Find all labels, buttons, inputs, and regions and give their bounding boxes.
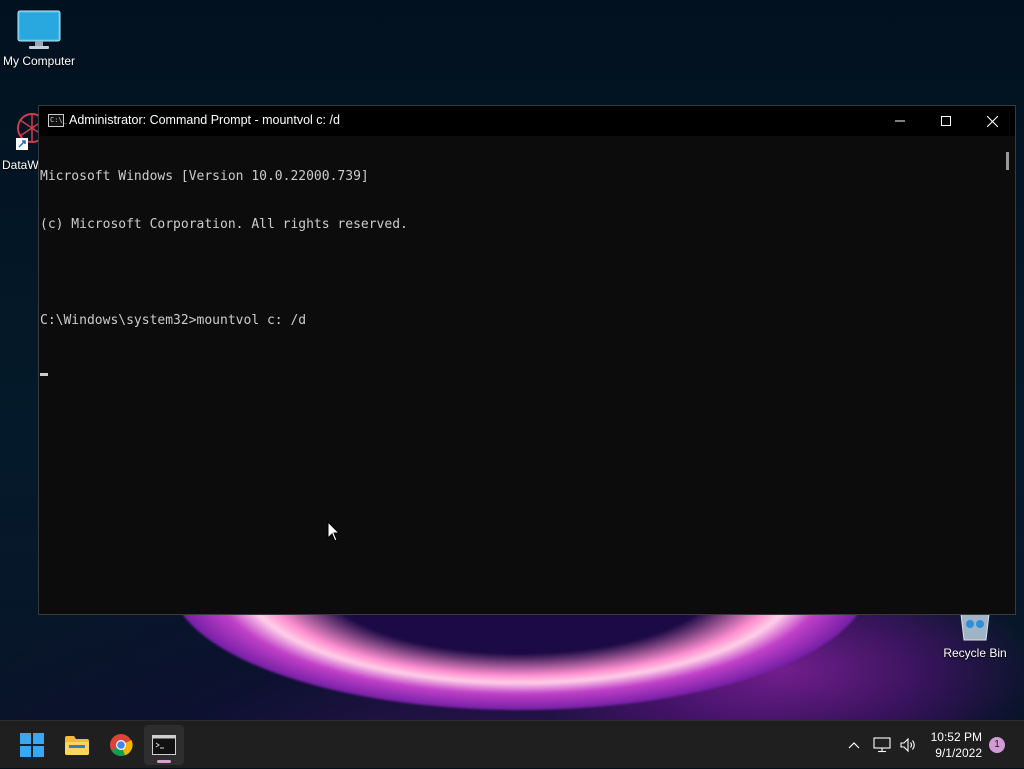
command-prompt-window[interactable]: C:\_ Administrator: Command Prompt - mou… (38, 105, 1016, 615)
close-button[interactable] (969, 106, 1015, 136)
desktop-icon-dataw[interactable]: DataW (2, 110, 47, 172)
console-cursor-line (40, 361, 1001, 377)
network-button[interactable] (870, 721, 894, 769)
maximize-button[interactable] (923, 106, 969, 136)
folder-icon (65, 736, 89, 755)
text-cursor (40, 373, 48, 376)
mouse-pointer-icon (327, 521, 341, 542)
scrollbar-thumb[interactable] (1006, 152, 1009, 170)
window-title: Administrator: Command Prompt - mountvol… (69, 113, 340, 127)
cmd-app-icon: C:\_ (48, 114, 67, 127)
console-line: C:\Windows\system32>mountvol c: /d (40, 313, 307, 328)
minimize-button[interactable] (877, 106, 923, 136)
close-icon (986, 115, 998, 127)
taskbar-file-explorer-button[interactable] (57, 725, 97, 765)
tray-overflow-button[interactable] (843, 721, 865, 769)
taskbar-chrome-button[interactable] (101, 725, 141, 765)
clock-time: 10:52 PM (930, 730, 982, 744)
taskbar: 10:52 PM 9/1/2022 1 (0, 720, 1024, 768)
taskbar-command-prompt-button[interactable] (144, 725, 184, 765)
desktop-icon-recycle-bin[interactable]: Recycle Bin (940, 612, 1010, 660)
chevron-up-icon (848, 742, 860, 749)
taskbar-start-button[interactable] (12, 725, 52, 765)
maximize-icon (941, 116, 951, 126)
recycle-bin-icon (960, 613, 990, 641)
console-output[interactable]: Microsoft Windows [Version 10.0.22000.73… (39, 136, 1001, 614)
desktop-icon-my-computer[interactable]: My Computer (2, 10, 76, 68)
network-icon (873, 737, 891, 753)
clock-date: 9/1/2022 (935, 746, 982, 760)
speaker-icon (900, 737, 915, 753)
window-titlebar[interactable]: C:\_ Administrator: Command Prompt - mou… (39, 106, 1015, 136)
notification-badge[interactable]: 1 (989, 737, 1005, 753)
desktop-icon-label: My Computer (2, 54, 76, 68)
taskbar-clock[interactable]: 10:52 PM 9/1/2022 (931, 729, 982, 761)
desktop-icon-label: DataW (2, 158, 39, 172)
console-scrollbar[interactable] (1001, 136, 1015, 614)
minimize-icon (895, 120, 905, 122)
monitor-icon (17, 10, 61, 49)
desktop-icon-label: Recycle Bin (943, 646, 1007, 660)
console-line: (c) Microsoft Corporation. All rights re… (40, 217, 408, 232)
console-line: Microsoft Windows [Version 10.0.22000.73… (40, 169, 369, 184)
chrome-icon (110, 734, 133, 757)
windows-start-icon (20, 733, 44, 757)
terminal-icon (152, 735, 176, 755)
active-app-indicator (157, 760, 171, 763)
volume-button[interactable] (896, 721, 920, 769)
